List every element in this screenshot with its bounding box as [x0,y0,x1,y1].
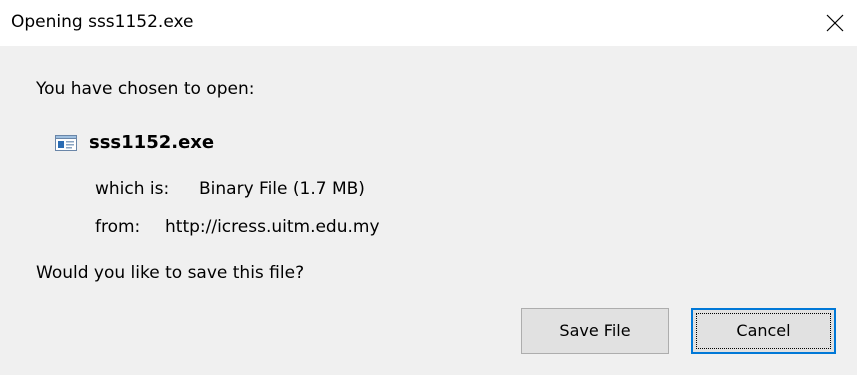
from-label: from: [95,217,141,237]
file-row: sss1152.exe [55,131,214,155]
close-button[interactable] [811,0,857,46]
type-value: Binary File (1.7 MB) [199,179,365,199]
cancel-button-label: Cancel [736,321,791,340]
cancel-button[interactable]: Cancel [691,308,836,354]
from-value: http://icress.uitm.edu.my [165,217,380,237]
save-file-button[interactable]: Save File [521,308,669,354]
file-name: sss1152.exe [89,132,215,153]
title-bar: Opening sss1152.exe [0,0,857,46]
window-title: Opening sss1152.exe [11,12,194,32]
intro-text: You have chosen to open: [36,79,255,99]
executable-file-icon [55,135,77,151]
type-label: which is: [95,179,170,199]
close-icon [826,14,844,32]
download-dialog: Opening sss1152.exe You have chosen to o… [0,0,857,375]
save-question: Would you like to save this file? [36,263,305,283]
